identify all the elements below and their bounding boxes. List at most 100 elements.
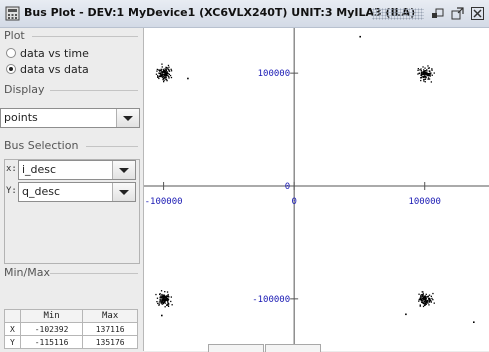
data-point-cluster-4 (420, 300, 422, 302)
close-icon[interactable] (470, 6, 485, 21)
data-point-cluster-3 (160, 290, 163, 292)
chevron-down-icon[interactable] (112, 183, 135, 201)
data-point-cluster-4 (418, 298, 420, 301)
table-cell-axis: Y (4, 335, 21, 349)
window-title: Bus Plot - DEV:1 MyDevice1 (XC6VLX240T) … (24, 6, 416, 19)
data-point-cluster-1 (161, 74, 163, 76)
data-point-cluster-3 (164, 299, 166, 301)
data-point-cluster-1 (163, 81, 165, 83)
radio-button-selected[interactable] (6, 64, 16, 74)
x-bus-dropdown[interactable]: i_desc (18, 160, 136, 180)
data-point-cluster-2 (424, 67, 426, 69)
data-point-cluster-4 (421, 294, 423, 296)
data-point-cluster-2 (423, 80, 425, 82)
divider (50, 90, 138, 91)
data-point-cluster-1 (163, 75, 165, 77)
data-point-cluster-4 (422, 305, 425, 308)
data-point-cluster-2 (417, 73, 419, 75)
data-point-cluster-1 (158, 72, 160, 74)
data-point-cluster-4 (424, 295, 426, 297)
data-point-cluster-3 (170, 300, 172, 303)
data-point-cluster-1 (161, 70, 163, 73)
radio-button[interactable] (6, 48, 16, 58)
data-point-cluster-3 (162, 296, 164, 298)
data-point-cluster-1 (166, 74, 168, 76)
data-point-cluster-3 (161, 293, 163, 296)
data-point-cluster-4 (429, 298, 431, 300)
data-point-cluster-2 (429, 70, 431, 72)
data-point-cluster-3 (156, 297, 159, 299)
y-tick-label: 100000 (258, 69, 291, 79)
divider (32, 36, 138, 37)
radio-data-vs-time[interactable]: data vs time (6, 46, 89, 60)
data-point-cluster-1 (155, 73, 158, 75)
data-point-cluster-4 (430, 300, 432, 302)
data-point-cluster-1 (158, 75, 161, 78)
data-point-cluster-3 (161, 303, 163, 305)
x-tick-label: 0 (291, 197, 296, 207)
data-point-cluster-1 (160, 68, 162, 70)
data-point-cluster-1 (166, 67, 168, 69)
bus-selection-header: Bus Selection (4, 139, 79, 152)
data-point-cluster-4 (423, 298, 425, 300)
scatter-plot[interactable]: -100000 0 100000 100000 0 -100000 (144, 28, 489, 344)
data-point-cluster-2 (423, 69, 425, 71)
data-point-cluster-2 (431, 69, 433, 71)
data-point-cluster-3 (166, 297, 168, 299)
data-point-cluster-3 (161, 295, 163, 297)
chevron-down-icon[interactable] (112, 161, 135, 179)
radio-data-vs-data[interactable]: data vs data (6, 62, 89, 76)
plot-area[interactable]: -100000 0 100000 100000 0 -100000 (143, 28, 489, 351)
data-point-cluster-3 (167, 293, 169, 296)
data-point-cluster-1 (167, 75, 169, 77)
data-point-cluster-3 (166, 295, 168, 298)
table-header-cell: Max (82, 309, 138, 323)
data-point-cluster-2 (420, 77, 422, 79)
data-point-cluster-1 (170, 70, 173, 72)
data-point-cluster-3 (159, 297, 161, 299)
data-point-cluster-2 (417, 68, 419, 70)
data-point-cluster-1 (168, 77, 170, 79)
data-point-cluster-2 (433, 72, 435, 74)
x-bus-value: i_desc (22, 163, 57, 176)
data-point-cluster-3 (160, 299, 162, 301)
data-point-cluster-3 (159, 293, 161, 295)
y-bus-dropdown[interactable]: q_desc (18, 182, 136, 202)
maximize-icon[interactable] (450, 6, 465, 21)
data-point-cluster-3 (167, 304, 169, 306)
y-axis-tag: Y: (6, 186, 17, 196)
x-tick-label: -100000 (145, 197, 183, 207)
data-point-cluster-2 (431, 74, 433, 76)
data-point-cluster-2 (423, 76, 426, 78)
table-header-cell (4, 309, 21, 323)
data-point-cluster-4 (418, 300, 420, 302)
x-tick-label: 100000 (408, 197, 441, 207)
display-mode-dropdown[interactable]: points (0, 108, 140, 128)
data-point-cluster-3 (171, 304, 173, 306)
data-point-cluster-4 (423, 296, 426, 298)
data-point-cluster-3 (158, 301, 161, 303)
data-point-cluster-4 (427, 296, 429, 298)
data-point-cluster-4 (425, 299, 427, 301)
data-point-cluster-3 (164, 302, 166, 304)
table-row: X -102392 137116 (4, 322, 138, 336)
data-point-cluster-2 (426, 70, 428, 72)
data-point-cluster-3 (170, 296, 172, 298)
display-section-header: Display (4, 83, 45, 96)
data-point-cluster-1 (168, 73, 170, 75)
data-point-cluster-2 (427, 65, 429, 67)
data-point-cluster-1 (161, 76, 163, 78)
chevron-down-icon[interactable] (116, 109, 139, 127)
data-point-cluster-4 (428, 300, 431, 302)
data-point-cluster-1 (168, 66, 170, 68)
data-point-cluster-1 (164, 70, 166, 72)
data-point-cluster-4 (427, 302, 429, 304)
data-point-cluster-4 (421, 301, 423, 303)
data-point-cluster-1 (168, 70, 171, 72)
minimize-icon[interactable] (430, 6, 445, 21)
data-point-cluster-2 (422, 66, 424, 68)
data-point-cluster-3 (158, 303, 160, 305)
data-point-cluster-1 (156, 68, 158, 71)
data-point-cluster-3 (160, 295, 162, 297)
data-point-cluster-2 (423, 78, 425, 81)
